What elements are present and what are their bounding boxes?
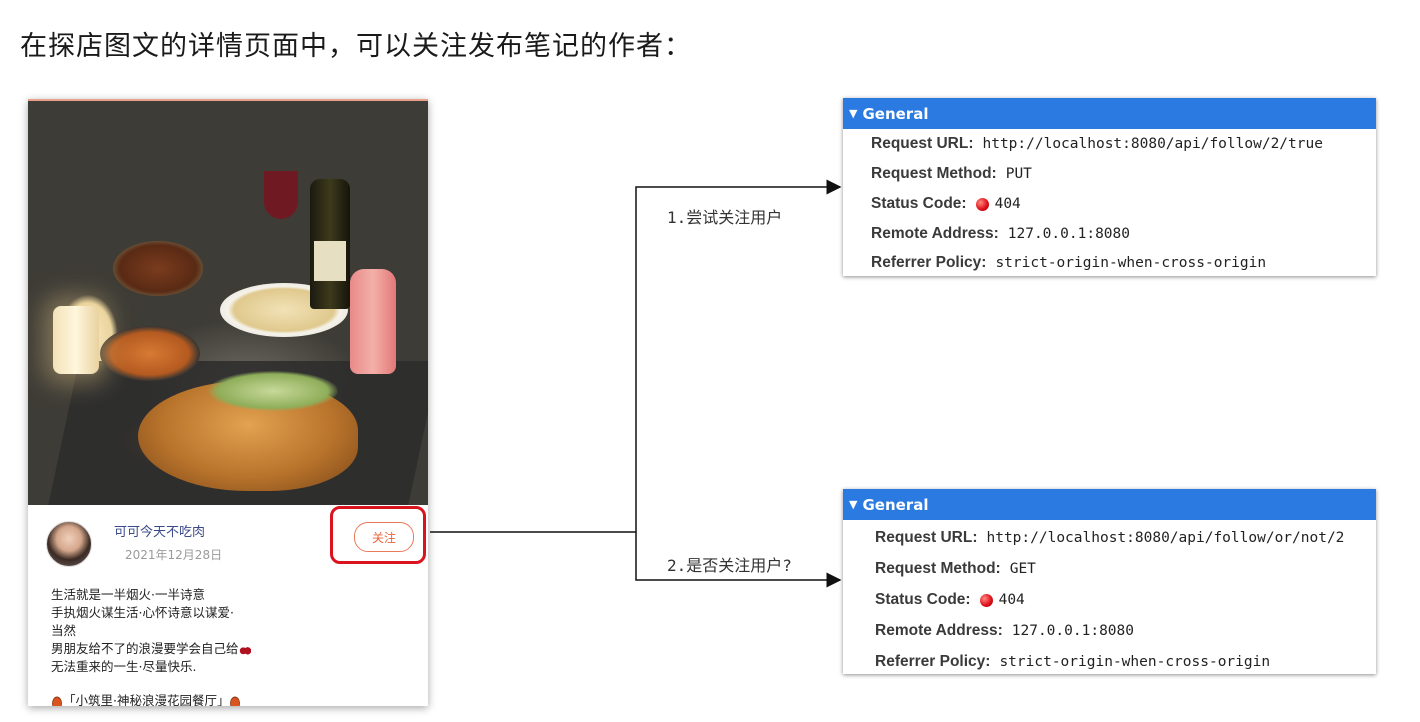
panel-header[interactable]: ▼ General [843, 98, 1376, 129]
note-line-with-emoji: 男朋友给不了的浪漫要学会自己给 [51, 640, 411, 658]
fire-icon [51, 695, 63, 706]
request-url-value: http://localhost:8080/api/follow/or/not/… [986, 530, 1345, 546]
note-line: 当然 [51, 623, 77, 638]
note-detail-card: 可可今天不吃肉 2021年12月28日 关注 生活就是一半烟火·一半诗意 手执烟… [28, 99, 428, 706]
step-1-label: 1.尝试关注用户 [667, 208, 783, 227]
request-method-key: Request Method: [875, 560, 1001, 577]
request-method-key: Request Method: [871, 165, 997, 182]
status-code-row: Status Code: 404 [871, 195, 1021, 213]
photo-vegetables [100, 326, 200, 381]
note-photo [28, 101, 428, 505]
fire-icon [229, 695, 242, 706]
status-code-value: 404 [994, 196, 1021, 212]
referrer-policy-value: strict-origin-when-cross-origin [999, 654, 1271, 670]
photo-soda-bottle [350, 269, 396, 374]
status-code-value: 404 [998, 592, 1025, 608]
avatar[interactable] [46, 521, 92, 567]
note-line: 男朋友给不了的浪漫要学会自己给 [51, 641, 239, 656]
request-method-value: GET [1009, 561, 1036, 577]
photo-candle [53, 306, 99, 374]
panel-header-label: General [862, 104, 929, 123]
photo-meat [113, 241, 203, 296]
general-panel-follow: ▼ General Request URL: http://localhost:… [843, 98, 1376, 276]
status-error-icon [975, 197, 989, 211]
request-url-row: Request URL: http://localhost:8080/api/f… [871, 135, 1323, 153]
request-url-row: Request URL: http://localhost:8080/api/f… [875, 529, 1344, 547]
page-title: 在探店图文的详情页面中，可以关注发布笔记的作者： [20, 31, 692, 62]
note-tag-text: 「小筑里·神秘浪漫花园餐厅」 [63, 693, 230, 706]
cherry-icon [238, 643, 251, 655]
step-2-label: 2.是否关注用户? [667, 556, 792, 575]
collapse-triangle-icon[interactable]: ▼ [849, 498, 857, 511]
remote-address-key: Remote Address: [875, 622, 1003, 639]
follow-button[interactable]: 关注 [354, 522, 414, 552]
connector-arrow-1 [635, 179, 842, 532]
remote-address-row: Remote Address: 127.0.0.1:8080 [871, 225, 1130, 243]
note-content: 生活就是一半烟火·一半诗意 手执烟火谋生活·心怀诗意以谋爱· 当然 男朋友给不了… [51, 586, 411, 706]
request-method-row: Request Method: GET [875, 560, 1036, 578]
post-date: 2021年12月28日 [125, 548, 223, 562]
remote-address-key: Remote Address: [871, 225, 999, 242]
remote-address-row: Remote Address: 127.0.0.1:8080 [875, 622, 1134, 640]
note-tag-line: 「小筑里·神秘浪漫花园餐厅」 [51, 692, 411, 706]
collapse-triangle-icon[interactable]: ▼ [849, 107, 857, 120]
photo-wine-glass [264, 171, 298, 219]
author-name[interactable]: 可可今天不吃肉 [114, 521, 205, 540]
referrer-policy-key: Referrer Policy: [875, 653, 991, 670]
remote-address-value: 127.0.0.1:8080 [1011, 623, 1134, 639]
remote-address-value: 127.0.0.1:8080 [1007, 226, 1130, 242]
status-code-row: Status Code: 404 [875, 591, 1025, 609]
referrer-policy-key: Referrer Policy: [871, 254, 987, 271]
note-line: 生活就是一半烟火·一半诗意 [51, 587, 205, 602]
referrer-policy-row: Referrer Policy: strict-origin-when-cros… [871, 254, 1266, 272]
author-row: 可可今天不吃肉 2021年12月28日 关注 [28, 505, 428, 567]
photo-greens [208, 371, 338, 411]
request-method-row: Request Method: PUT [871, 165, 1032, 183]
note-line: 手执烟火谋生活·心怀诗意以谋爱· [51, 605, 234, 620]
request-url-value: http://localhost:8080/api/follow/2/true [982, 136, 1323, 152]
status-code-key: Status Code: [875, 591, 971, 608]
request-url-key: Request URL: [875, 529, 978, 546]
panel-header-label: General [862, 495, 929, 514]
status-code-key: Status Code: [871, 195, 967, 212]
photo-wine-label [314, 241, 346, 281]
request-url-key: Request URL: [871, 135, 974, 152]
referrer-policy-value: strict-origin-when-cross-origin [995, 255, 1267, 271]
request-method-value: PUT [1005, 166, 1032, 182]
general-panel-is-following: ▼ General Request URL: http://localhost:… [843, 489, 1376, 674]
note-line: 无法重来的一生·尽量快乐. [51, 659, 197, 674]
referrer-policy-row: Referrer Policy: strict-origin-when-cros… [875, 653, 1270, 671]
status-error-icon [979, 593, 993, 607]
panel-header[interactable]: ▼ General [843, 489, 1376, 520]
